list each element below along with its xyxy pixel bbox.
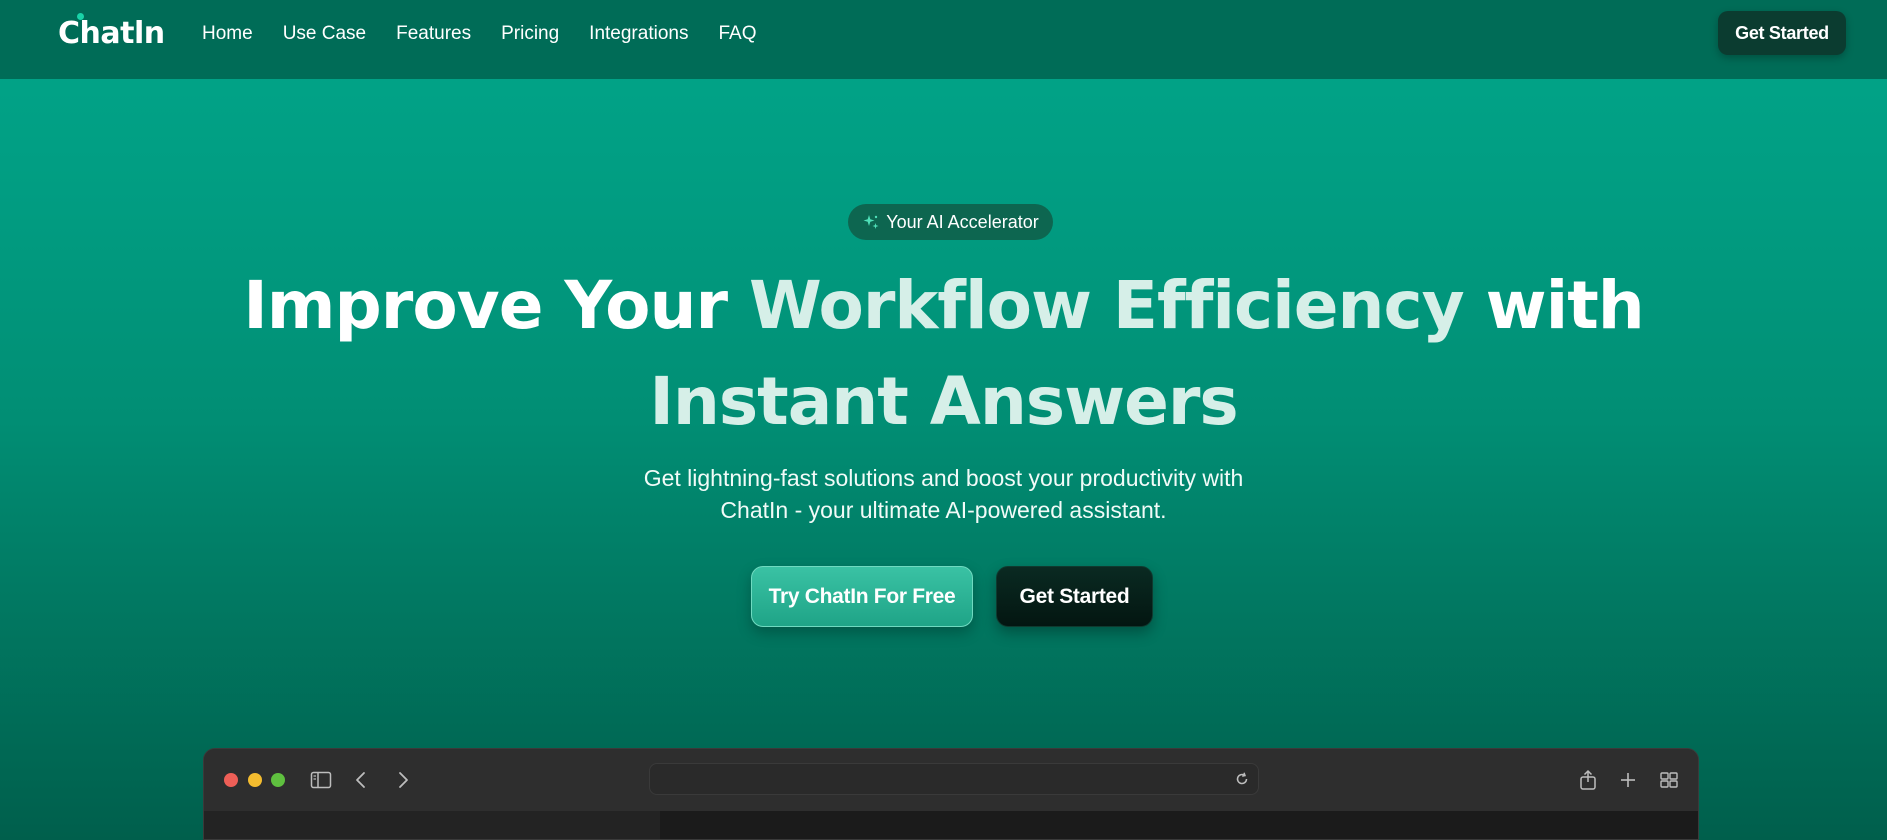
brand-logo[interactable]: Chatln	[58, 16, 165, 51]
nav-link-home[interactable]: Home	[202, 23, 253, 45]
top-navbar: Chatln Home Use Case Features Pricing In…	[0, 0, 1887, 79]
share-icon	[1577, 769, 1599, 791]
browser-mockup	[203, 748, 1699, 840]
browser-content	[204, 811, 1698, 839]
headline-line-2: Instant Answers	[649, 363, 1238, 440]
nav-links: Home Use Case Features Pricing Integrati…	[202, 23, 786, 45]
nav-link-integrations[interactable]: Integrations	[589, 23, 688, 45]
try-free-button[interactable]: Try ChatIn For Free	[751, 566, 973, 627]
sidebar-icon	[310, 769, 332, 791]
headline-part-2: Workflow Efficiency	[749, 267, 1465, 344]
tabs-grid-icon	[1658, 769, 1680, 791]
hero-subtext: Get lightning-fast solutions and boost y…	[560, 462, 1327, 526]
plus-icon	[1617, 769, 1639, 791]
headline-part-1: Improve Your	[243, 267, 750, 344]
nav-link-use-case[interactable]: Use Case	[283, 23, 366, 45]
address-bar	[649, 763, 1259, 795]
hero-subtext-line-2: ChatIn - your ultimate AI-powered assist…	[720, 497, 1167, 523]
browser-content-sidebar	[204, 811, 660, 839]
headline-part-3: with	[1463, 267, 1645, 344]
hero-headline: Improve Your Workflow Efficiency with In…	[200, 258, 1687, 450]
window-close-dot	[224, 773, 238, 787]
hero-badge-label: Your AI Accelerator	[886, 211, 1039, 232]
forward-icon	[392, 769, 414, 791]
nav-link-pricing[interactable]: Pricing	[501, 23, 559, 45]
sparkle-icon	[862, 213, 880, 231]
hero-subtext-line-1: Get lightning-fast solutions and boost y…	[643, 465, 1244, 491]
hero-get-started-button[interactable]: Get Started	[996, 566, 1153, 627]
nav-link-features[interactable]: Features	[396, 23, 471, 45]
window-minimize-dot	[248, 773, 262, 787]
nav-get-started-button[interactable]: Get Started	[1718, 11, 1846, 55]
browser-toolbar	[204, 749, 1698, 811]
hero-badge: Your AI Accelerator	[848, 204, 1053, 240]
reload-icon	[1234, 771, 1250, 787]
window-maximize-dot	[271, 773, 285, 787]
back-icon	[350, 769, 372, 791]
logo-dot-icon	[77, 13, 84, 20]
nav-link-faq[interactable]: FAQ	[718, 23, 756, 45]
